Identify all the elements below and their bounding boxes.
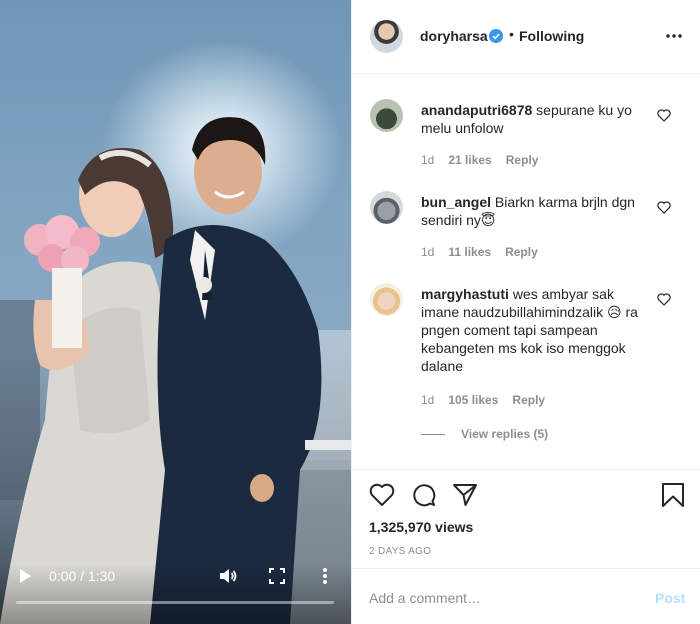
view-replies-button[interactable]: View replies (5)	[421, 427, 548, 441]
side-panel: doryharsa • Following anandaputri6878 se…	[351, 0, 700, 624]
commenter-avatar[interactable]	[370, 191, 403, 224]
bookmark-icon[interactable]	[660, 482, 686, 508]
comment-age: 1d	[421, 245, 435, 259]
comment-meta: 1d 11 likes Reply	[421, 245, 552, 259]
author-username[interactable]: doryharsa	[420, 28, 488, 44]
comment-username[interactable]: bun_angel	[421, 194, 491, 210]
comment-list[interactable]: anandaputri6878 sepurane ku yo melu unfo…	[352, 75, 700, 469]
action-bar: 1,325,970 views 2 DAYS AGO	[352, 469, 700, 567]
comment-username[interactable]: margyhastuti	[421, 286, 509, 302]
post-comment-button[interactable]: Post	[655, 590, 685, 606]
heart-icon[interactable]	[369, 482, 395, 508]
fullscreen-icon[interactable]	[269, 568, 285, 584]
comment-meta: 1d 21 likes Reply	[421, 153, 552, 167]
commenter-avatar[interactable]	[370, 99, 403, 132]
author-avatar[interactable]	[370, 20, 403, 53]
comment-text: bun_angel Biarkn karma brjln dgn sendiri…	[421, 194, 635, 228]
comment-username[interactable]: anandaputri6878	[421, 102, 532, 118]
add-comment-bar: Post	[352, 568, 700, 624]
heart-icon[interactable]	[657, 109, 671, 122]
play-icon[interactable]	[18, 568, 32, 584]
comment-meta: 1d 105 likes Reply	[421, 393, 559, 407]
comment-age: 1d	[421, 153, 435, 167]
reply-button[interactable]: Reply	[505, 245, 538, 259]
comment-input[interactable]	[369, 590, 619, 606]
reply-button[interactable]: Reply	[506, 153, 539, 167]
video-frame	[0, 117, 351, 624]
heart-icon[interactable]	[657, 201, 671, 214]
video-progress-bar[interactable]	[16, 601, 334, 604]
commenter-avatar[interactable]	[370, 283, 403, 316]
video-time: 0:00 / 1:30	[49, 568, 116, 584]
more-options-icon[interactable]	[666, 34, 682, 38]
view-count[interactable]: 1,325,970 views	[369, 519, 473, 535]
comment-age: 1d	[421, 393, 435, 407]
comment-text: anandaputri6878 sepurane ku yo melu unfo…	[421, 102, 632, 136]
comment-likes[interactable]: 21 likes	[448, 153, 491, 167]
video-player[interactable]: 0:00 / 1:30	[0, 0, 351, 624]
post-header: doryharsa • Following	[352, 0, 700, 74]
video-more-icon[interactable]	[320, 566, 330, 586]
header-separator: •	[509, 26, 514, 42]
reply-button[interactable]: Reply	[512, 393, 545, 407]
share-icon[interactable]	[452, 482, 478, 508]
post-date: 2 DAYS AGO	[369, 546, 432, 557]
view-replies-line	[421, 434, 445, 436]
comment-likes[interactable]: 105 likes	[448, 393, 498, 407]
comment-text: margyhastuti wes ambyar sak imane naudzu…	[421, 286, 638, 374]
comment-icon[interactable]	[411, 482, 437, 508]
verified-badge-icon	[489, 29, 503, 43]
comment-likes[interactable]: 11 likes	[448, 245, 491, 259]
heart-icon[interactable]	[657, 293, 671, 306]
volume-icon[interactable]	[218, 566, 238, 586]
post-modal: 0:00 / 1:30 doryharsa • Following ananda…	[0, 0, 700, 624]
following-button[interactable]: Following	[519, 28, 584, 44]
